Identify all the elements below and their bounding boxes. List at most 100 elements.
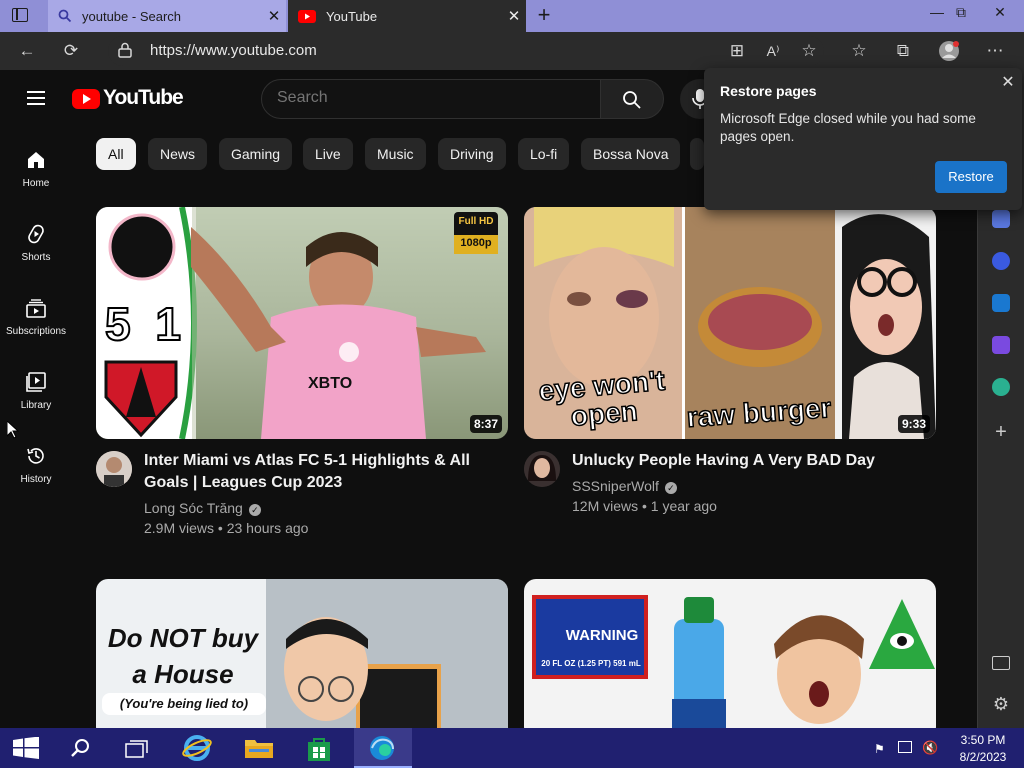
chip-driving[interactable]: Driving <box>438 138 506 170</box>
chip-lofi[interactable]: Lo-fi <box>518 138 570 170</box>
settings-gear-icon[interactable]: ⚙ <box>990 694 1012 715</box>
channel-avatar[interactable] <box>524 451 560 487</box>
restore-window-button[interactable]: ⧉ <box>946 2 976 24</box>
sidebar-item-shorts[interactable]: Shorts <box>0 224 72 294</box>
close-window-button[interactable]: ✕ <box>985 2 1015 24</box>
restore-button[interactable]: Restore <box>935 161 1007 193</box>
app-available-icon[interactable]: ⊞ <box>726 40 748 62</box>
outlook-icon[interactable] <box>992 294 1010 312</box>
sidebar-item-subscriptions[interactable]: Subscriptions <box>0 298 72 368</box>
close-icon[interactable]: ✕ <box>999 72 1017 92</box>
sidebar-item-label: Library <box>20 400 52 411</box>
library-icon <box>26 372 46 392</box>
mouse-cursor-icon <box>7 421 19 439</box>
add-favorite-icon[interactable]: ☆ <box>798 40 820 62</box>
search-input[interactable] <box>277 89 577 107</box>
more-menu-icon[interactable]: ⋯ <box>984 40 1006 62</box>
profile-avatar[interactable] <box>938 40 960 62</box>
tree-icon[interactable] <box>992 378 1010 396</box>
thumbnail-subtext: (You're being lied to) <box>102 693 266 715</box>
read-aloud-icon[interactable]: A⁾ <box>762 40 784 62</box>
volume-muted-icon[interactable]: 🔇 <box>922 740 938 756</box>
start-button[interactable] <box>0 728 58 768</box>
close-tab-icon[interactable]: ✕ <box>262 7 286 25</box>
internet-explorer-icon <box>182 735 212 761</box>
url-text[interactable]: https://www.youtube.com <box>150 42 317 59</box>
sidebar-item-home[interactable]: Home <box>0 150 72 220</box>
folder-icon <box>245 740 273 758</box>
clock-date[interactable]: 8/2/2023 <box>948 750 1018 764</box>
back-icon[interactable]: ← <box>16 40 38 62</box>
channel-name[interactable]: Long Sóc Trăng ✓ <box>144 498 261 518</box>
thumbnail-hd-badge: Full HD <box>458 216 494 227</box>
chip-news[interactable]: News <box>148 138 208 170</box>
file-explorer-taskbar-button[interactable] <box>230 728 288 768</box>
video-title[interactable]: Unlucky People Having A Very BAD Day <box>572 450 922 472</box>
new-tab-button[interactable]: + <box>532 4 556 28</box>
favorites-icon[interactable]: ☆ <box>848 40 870 62</box>
refresh-icon[interactable]: ⟳ <box>60 40 82 62</box>
sidebar-item-label: Shorts <box>21 252 51 263</box>
store-icon <box>308 738 330 761</box>
channel-name[interactable]: SSSniperWolf ✓ <box>572 476 677 496</box>
video-meta: 12M views • 1 year ago <box>572 498 717 514</box>
windows-logo-icon <box>13 737 39 759</box>
people-icon[interactable] <box>992 210 1010 228</box>
video-duration: 8:37 <box>469 415 502 433</box>
sidebar-item-label: History <box>20 474 52 485</box>
search-button[interactable] <box>600 79 664 119</box>
sidebar-item-history[interactable]: History <box>0 446 72 516</box>
chip-music[interactable]: Music <box>365 138 426 170</box>
action-center-icon[interactable]: ⚑ <box>874 742 885 756</box>
chip-bossa-nova[interactable]: Bossa Nova <box>581 138 681 170</box>
network-icon[interactable] <box>898 741 912 753</box>
popup-message: Microsoft Edge closed while you had some… <box>720 111 976 144</box>
search-icon <box>623 91 641 109</box>
tab-youtube[interactable]: YouTube ✕ <box>288 0 526 32</box>
task-view-icon <box>125 740 148 758</box>
video-title-line: Inter Miami vs Atlas FC 5-1 Highlights &… <box>144 452 470 469</box>
thumbnail-size-text: 20 FL OZ (1.25 PT) 591 mL <box>541 659 641 668</box>
designer-icon[interactable] <box>992 336 1010 354</box>
store-taskbar-button[interactable] <box>290 728 348 768</box>
lock-icon[interactable] <box>118 42 132 58</box>
edge-taskbar-button[interactable] <box>354 728 412 768</box>
copilot-icon[interactable] <box>992 252 1010 270</box>
video-thumbnail[interactable]: WARNING 20 FL OZ (1.25 PT) 591 mL <box>524 579 936 739</box>
task-view-button[interactable] <box>108 728 166 768</box>
chip-live[interactable]: Live <box>303 138 353 170</box>
video-thumbnail[interactable]: eye won't open raw burger 9:33 <box>524 207 936 439</box>
menu-icon[interactable] <box>27 91 45 105</box>
youtube-logo-text[interactable]: YouTube <box>103 86 184 110</box>
taskbar-search-button[interactable] <box>52 728 110 768</box>
verified-icon: ✓ <box>248 504 261 516</box>
history-icon <box>27 448 44 464</box>
thumbnail-text: a House <box>132 659 234 689</box>
sidebar-item-label: Subscriptions <box>5 326 67 337</box>
search-icon <box>58 9 72 23</box>
internet-explorer-taskbar-button[interactable] <box>168 728 226 768</box>
channel-avatar[interactable] <box>96 451 132 487</box>
video-title-line: Goals | Leagues Cup 2023 <box>144 474 343 491</box>
channel-name-text: Long Sóc Trăng <box>144 500 243 516</box>
thumbnail-score-text: 5 1 <box>104 297 187 351</box>
search-icon <box>71 739 89 757</box>
hide-sidebar-icon[interactable] <box>992 656 1010 670</box>
tab-youtube-search[interactable]: youtube - Search ✕ <box>48 0 286 32</box>
verified-icon: ✓ <box>664 482 677 494</box>
chip-overflow[interactable] <box>690 138 704 170</box>
tab-actions-icon[interactable] <box>12 8 28 22</box>
youtube-logo-icon[interactable] <box>72 89 100 109</box>
chip-gaming[interactable]: Gaming <box>219 138 293 170</box>
thumbnail-shirt-text: XBTO <box>308 375 353 392</box>
video-thumbnail[interactable]: 5 1 Full HD 1080p XBTO 8:37 <box>96 207 508 439</box>
collections-icon[interactable]: ⧉ <box>892 40 914 62</box>
clock-time[interactable]: 3:50 PM <box>948 733 1018 747</box>
video-title[interactable]: Inter Miami vs Atlas FC 5-1 Highlights &… <box>144 450 494 494</box>
video-duration: 9:33 <box>897 415 930 433</box>
close-tab-icon[interactable]: ✕ <box>502 7 526 25</box>
tab-label: youtube - Search <box>82 8 182 24</box>
add-sidebar-app-icon[interactable]: + <box>990 421 1012 444</box>
chip-all[interactable]: All <box>96 138 136 170</box>
video-thumbnail[interactable]: Do NOT buy a House (You're being lied to… <box>96 579 508 739</box>
